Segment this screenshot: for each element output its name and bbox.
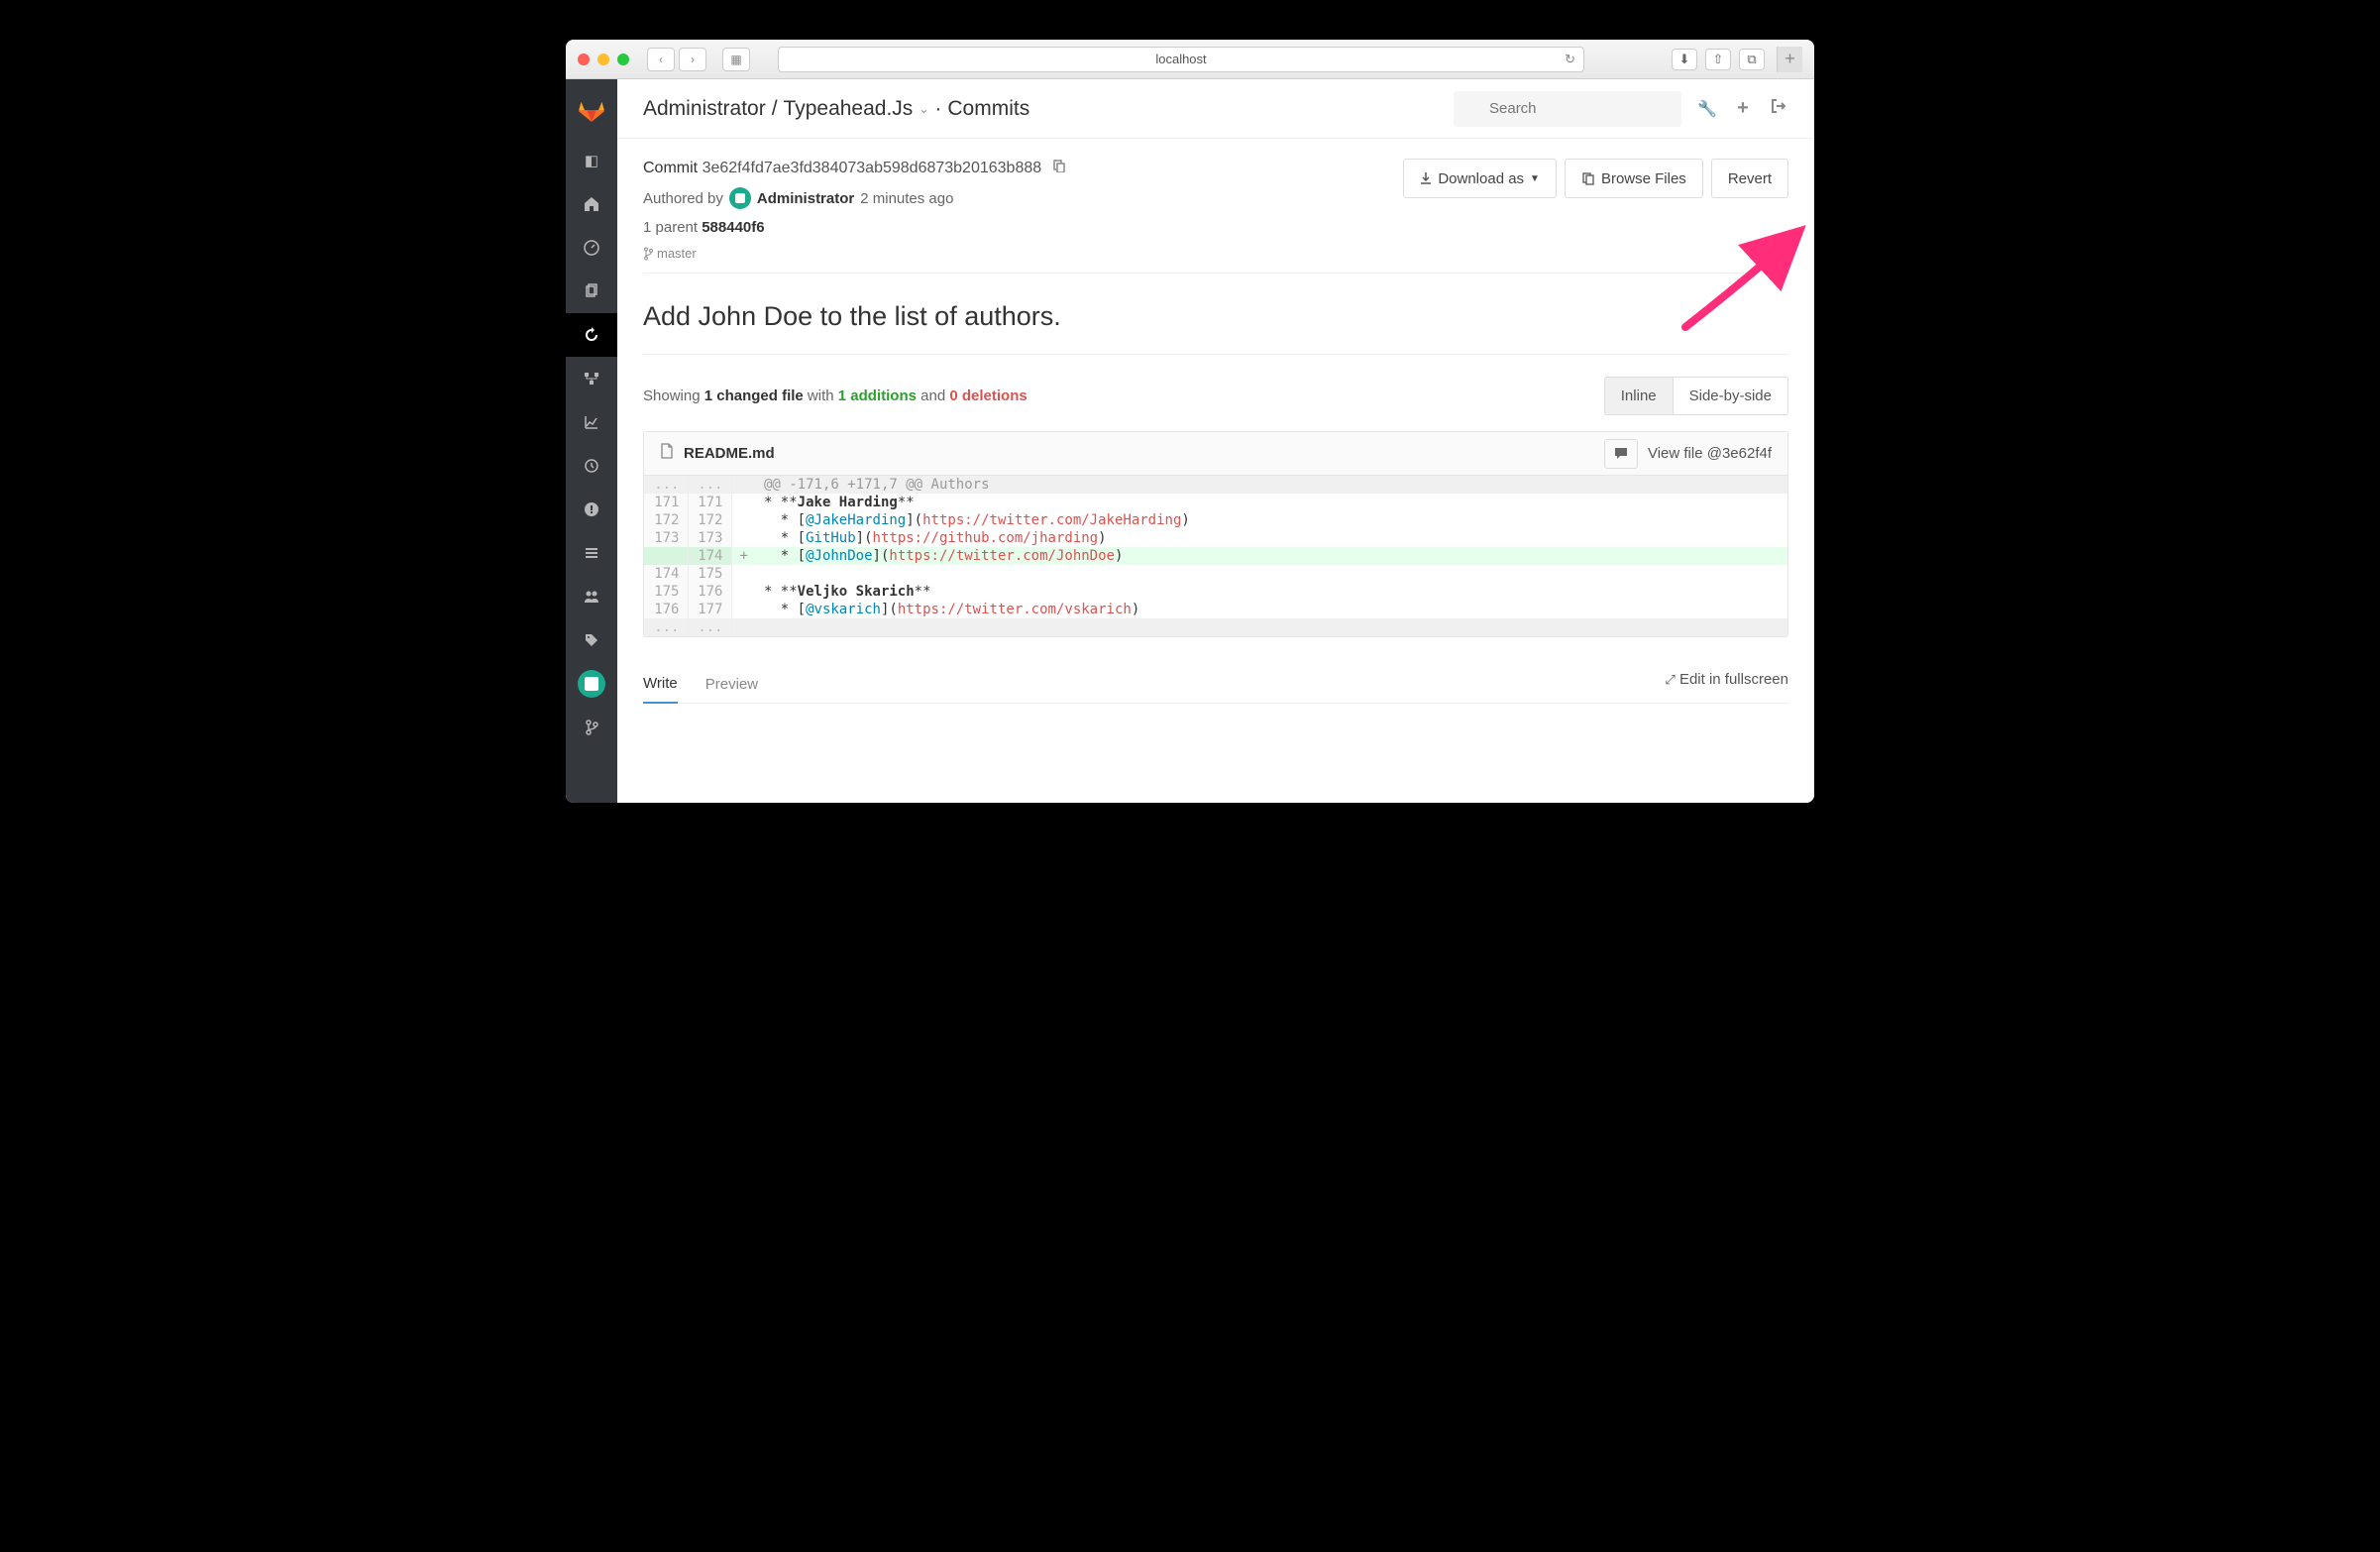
file-icon	[660, 443, 674, 464]
revert-button[interactable]: Revert	[1711, 159, 1788, 198]
user-avatar[interactable]	[566, 662, 617, 706]
author-avatar	[729, 187, 751, 209]
refresh-icon[interactable]: ↻	[1565, 52, 1575, 67]
tabs-icon[interactable]: ⧉	[1739, 49, 1765, 70]
browser-titlebar: ‹ › ▦ localhost ↻ ⬇ ⇧ ⧉ +	[566, 40, 1814, 79]
branch-icon[interactable]	[566, 706, 617, 749]
diff-view-toggle: Inline Side-by-side	[1604, 377, 1788, 415]
breadcrumb-owner[interactable]: Administrator	[643, 97, 766, 121]
downloads-icon[interactable]: ⬇	[1672, 49, 1697, 70]
network-icon[interactable]	[566, 357, 617, 400]
comment-editor-tabs: Write Preview ⤢ Edit in fullscreen	[643, 661, 1788, 704]
diff-file: README.md View file @3e62f4f ......@@ -1…	[643, 431, 1788, 637]
app-sidebar: ◧	[566, 79, 617, 803]
download-button[interactable]: Download as ▼	[1403, 159, 1557, 198]
commit-hash: 3e62f4fd7ae3fd384073ab598d6873b20163b888	[703, 160, 1042, 176]
diff-line: 174175	[644, 565, 1787, 583]
plus-icon[interactable]: +	[1733, 97, 1753, 120]
inline-view-tab[interactable]: Inline	[1605, 378, 1673, 414]
gitlab-logo[interactable]	[566, 79, 617, 139]
graph-icon[interactable]	[566, 400, 617, 444]
milestones-icon[interactable]	[566, 444, 617, 488]
commit-time: 2 minutes ago	[860, 190, 953, 207]
breadcrumb-project[interactable]: Typeahead.Js	[784, 97, 914, 121]
window-minimize[interactable]	[597, 54, 609, 65]
home-icon[interactable]	[566, 182, 617, 226]
author-name[interactable]: Administrator	[757, 190, 854, 207]
side-by-side-view-tab[interactable]: Side-by-side	[1673, 378, 1787, 414]
branch-name[interactable]: master	[657, 246, 697, 261]
window-close[interactable]	[578, 54, 590, 65]
breadcrumb: Administrator / Typeahead.Js ⌄ · Commits	[643, 97, 1438, 121]
labels-icon[interactable]	[566, 618, 617, 662]
search-input[interactable]	[1454, 91, 1681, 127]
history-icon[interactable]	[566, 313, 617, 357]
diff-hunk-header: ......@@ -171,6 +171,7 @@ Authors	[644, 476, 1787, 494]
dashboard-icon[interactable]	[566, 226, 617, 270]
diff-table: ......@@ -171,6 +171,7 @@ Authors 171171…	[644, 476, 1787, 636]
browser-back[interactable]: ‹	[647, 48, 675, 71]
browser-forward[interactable]: ›	[679, 48, 706, 71]
write-tab[interactable]: Write	[643, 665, 678, 704]
window-maximize[interactable]	[617, 54, 629, 65]
files-icon[interactable]	[566, 270, 617, 313]
breadcrumb-section[interactable]: Commits	[947, 97, 1029, 121]
view-file-link[interactable]: View file @3e62f4f	[1648, 445, 1772, 462]
branch-line: master	[643, 246, 1391, 261]
caret-down-icon: ▼	[1530, 173, 1540, 184]
logout-icon[interactable]	[1769, 98, 1788, 119]
commit-title: Add John Doe to the list of authors.	[643, 301, 1788, 332]
diff-filename[interactable]: README.md	[684, 445, 1594, 462]
wrench-icon[interactable]: 🔧	[1697, 99, 1717, 119]
diff-line: 176177 * [@vskarich](https://twitter.com…	[644, 601, 1787, 618]
comment-icon[interactable]	[1604, 439, 1638, 469]
browser-sidebar-toggle[interactable]: ▦	[722, 48, 750, 71]
diff-line: 172172 * [@JakeHarding](https://twitter.…	[644, 511, 1787, 529]
page-header: Administrator / Typeahead.Js ⌄ · Commits…	[617, 79, 1814, 139]
preview-tab[interactable]: Preview	[705, 666, 758, 703]
issues-icon[interactable]	[566, 488, 617, 531]
author-line: Authored by Administrator 2 minutes ago	[643, 187, 1391, 209]
address-bar[interactable]: localhost ↻	[778, 47, 1584, 72]
address-text: localhost	[1155, 52, 1206, 66]
members-icon[interactable]	[566, 575, 617, 618]
browse-files-button[interactable]: Browse Files	[1565, 159, 1703, 198]
sidebar-collapse-icon[interactable]: ◧	[566, 139, 617, 182]
main-content: Administrator / Typeahead.Js ⌄ · Commits…	[617, 79, 1814, 803]
diff-line: 175176 * **Veljko Skarich**	[644, 583, 1787, 601]
edit-fullscreen-link[interactable]: ⤢ Edit in fullscreen	[1665, 671, 1788, 698]
merge-requests-icon[interactable]	[566, 531, 617, 575]
chevron-down-icon[interactable]: ⌄	[919, 102, 928, 116]
new-tab-button[interactable]: +	[1777, 47, 1802, 72]
share-icon[interactable]: ⇧	[1705, 49, 1731, 70]
parent-line: 1 parent 588440f6	[643, 219, 1391, 236]
diff-line: 173173 * [GitHub](https://github.com/jha…	[644, 529, 1787, 547]
copy-icon[interactable]	[1052, 160, 1066, 175]
commit-id-line: Commit 3e62f4fd7ae3fd384073ab598d6873b20…	[643, 159, 1391, 177]
diff-line: 171171 * **Jake Harding**	[644, 494, 1787, 511]
changes-summary: Showing 1 changed file with 1 additions …	[643, 388, 1028, 404]
parent-hash[interactable]: 588440f6	[702, 219, 764, 236]
diff-line: 174+ * [@JohnDoe](https://twitter.com/Jo…	[644, 547, 1787, 565]
